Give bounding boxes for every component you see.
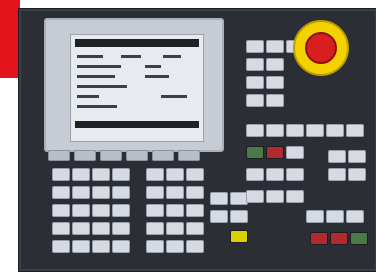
function-key[interactable]: [328, 168, 346, 181]
mode-key[interactable]: [246, 58, 264, 71]
function-key[interactable]: [266, 168, 284, 181]
keypad-key[interactable]: [92, 240, 110, 253]
keypad-key[interactable]: [52, 204, 70, 217]
display-screen: [70, 34, 204, 142]
function-key[interactable]: [266, 190, 284, 203]
keypad-key[interactable]: [52, 168, 70, 181]
brand-red-corner: [0, 0, 20, 78]
screen-line: [161, 95, 187, 98]
numeric-key[interactable]: [186, 222, 204, 235]
keypad-key[interactable]: [72, 168, 90, 181]
screen-top-bar: [75, 39, 199, 47]
numeric-key[interactable]: [146, 168, 164, 181]
screen-line: [77, 65, 121, 68]
keypad-key[interactable]: [112, 240, 130, 253]
numeric-key[interactable]: [166, 204, 184, 217]
mode-key[interactable]: [266, 76, 284, 89]
keypad-key[interactable]: [52, 240, 70, 253]
green-start-key[interactable]: [350, 232, 368, 245]
function-key[interactable]: [348, 150, 366, 163]
screen-bottom-bar: [75, 121, 199, 128]
screen-line: [77, 105, 117, 108]
keypad-key[interactable]: [92, 186, 110, 199]
keypad-key[interactable]: [92, 204, 110, 217]
function-key[interactable]: [246, 124, 264, 137]
numeric-key[interactable]: [146, 240, 164, 253]
function-key[interactable]: [266, 124, 284, 137]
keypad-key[interactable]: [72, 222, 90, 235]
soft-key-3[interactable]: [100, 150, 122, 161]
function-key[interactable]: [328, 150, 346, 163]
numeric-key[interactable]: [186, 186, 204, 199]
screen-line: [77, 75, 115, 78]
function-key[interactable]: [306, 124, 324, 137]
keypad-key[interactable]: [92, 168, 110, 181]
cursor-key[interactable]: [230, 210, 248, 223]
mode-key[interactable]: [266, 94, 284, 107]
function-key[interactable]: [286, 190, 304, 203]
cursor-key[interactable]: [210, 192, 228, 205]
soft-key-2[interactable]: [74, 150, 96, 161]
function-key[interactable]: [246, 168, 264, 181]
soft-key-5[interactable]: [152, 150, 174, 161]
function-key[interactable]: [326, 210, 344, 223]
screen-line: [145, 75, 169, 78]
mode-key[interactable]: [246, 76, 264, 89]
numeric-key[interactable]: [186, 168, 204, 181]
red-stop-key[interactable]: [330, 232, 348, 245]
mode-key[interactable]: [246, 40, 264, 53]
keypad-key[interactable]: [92, 222, 110, 235]
cycle-stop-key[interactable]: [266, 146, 284, 159]
mode-key[interactable]: [266, 58, 284, 71]
keypad-key[interactable]: [72, 204, 90, 217]
function-key[interactable]: [246, 190, 264, 203]
numeric-key[interactable]: [166, 222, 184, 235]
function-key[interactable]: [286, 168, 304, 181]
function-key[interactable]: [346, 124, 364, 137]
soft-key-6[interactable]: [178, 150, 200, 161]
numeric-key[interactable]: [166, 240, 184, 253]
keypad-key[interactable]: [112, 168, 130, 181]
keypad-key[interactable]: [112, 204, 130, 217]
screen-line: [77, 55, 103, 58]
soft-key-4[interactable]: [126, 150, 148, 161]
screen-line: [145, 65, 161, 68]
numeric-key[interactable]: [166, 186, 184, 199]
display-frame: [44, 18, 224, 152]
numeric-key[interactable]: [166, 168, 184, 181]
soft-key-1[interactable]: [48, 150, 70, 161]
screen-line: [77, 85, 127, 88]
function-key[interactable]: [306, 210, 324, 223]
yellow-function-key[interactable]: [230, 230, 248, 243]
keypad-key[interactable]: [72, 186, 90, 199]
mode-key[interactable]: [266, 40, 284, 53]
emergency-stop-icon[interactable]: [305, 32, 337, 64]
keypad-key[interactable]: [72, 240, 90, 253]
screen-line: [163, 55, 181, 58]
red-stop-key[interactable]: [310, 232, 328, 245]
keypad-key[interactable]: [112, 222, 130, 235]
keypad-key[interactable]: [112, 186, 130, 199]
numeric-key[interactable]: [186, 204, 204, 217]
function-key[interactable]: [326, 124, 344, 137]
function-key[interactable]: [348, 168, 366, 181]
keypad-key[interactable]: [52, 222, 70, 235]
mode-key[interactable]: [246, 94, 264, 107]
cursor-key[interactable]: [210, 210, 228, 223]
numeric-key[interactable]: [146, 204, 164, 217]
function-key[interactable]: [346, 210, 364, 223]
numeric-key[interactable]: [146, 222, 164, 235]
cycle-start-key[interactable]: [246, 146, 264, 159]
function-key[interactable]: [286, 146, 304, 159]
numeric-key[interactable]: [186, 240, 204, 253]
keypad-key[interactable]: [52, 186, 70, 199]
numeric-key[interactable]: [146, 186, 164, 199]
screen-line: [77, 95, 99, 98]
screen-line: [121, 55, 141, 58]
function-key[interactable]: [286, 124, 304, 137]
